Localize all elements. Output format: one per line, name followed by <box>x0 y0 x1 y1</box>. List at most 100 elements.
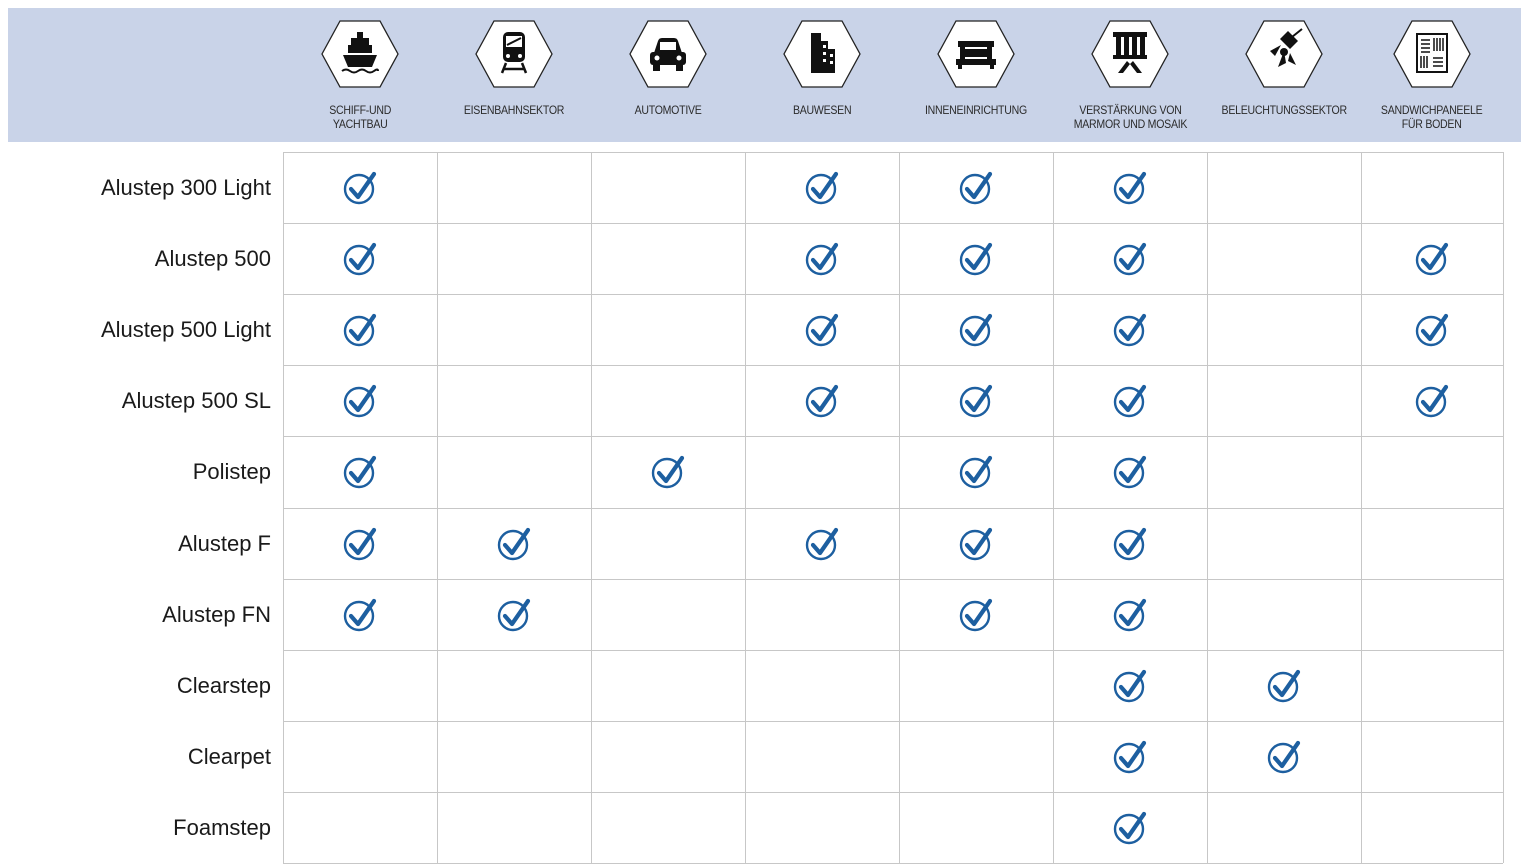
checkmark-icon <box>1112 454 1148 490</box>
table-cell <box>1207 721 1361 793</box>
checkmark-icon <box>1266 668 1302 704</box>
checkmark-icon <box>496 597 532 633</box>
table-row: Alustep F <box>0 508 1521 580</box>
checkmark-icon <box>958 383 994 419</box>
table-cell <box>745 508 899 580</box>
table-cell <box>899 721 1053 793</box>
product-name: Alustep 500 Light <box>100 317 271 342</box>
sector-header: SCHIFF-UND YACHTBAU <box>283 8 437 142</box>
table-cell <box>1053 721 1207 793</box>
checkmark-icon <box>496 526 532 562</box>
table-row: Clearstep <box>0 650 1521 722</box>
table-cell <box>1053 365 1207 437</box>
checkmark-icon <box>342 526 378 562</box>
table-cell <box>437 579 591 651</box>
checkmark-icon <box>1112 597 1148 633</box>
table-cell <box>745 650 899 722</box>
table-cell <box>745 792 899 864</box>
car-icon <box>628 19 708 89</box>
ship-icon <box>320 19 400 89</box>
table-row: Foamstep <box>0 792 1521 864</box>
checkmark-icon <box>1414 312 1450 348</box>
checkmark-icon <box>650 454 686 490</box>
sector-label: SCHIFF-UND YACHTBAU <box>329 103 391 131</box>
table-cell <box>591 650 745 722</box>
sector-header: EISENBAHNSEKTOR <box>437 8 591 142</box>
table-cell <box>899 579 1053 651</box>
checkmark-icon <box>1112 526 1148 562</box>
table-cell <box>1361 223 1503 295</box>
sector-header: SANDWICHPANEELE FÜR BODEN <box>1361 8 1503 142</box>
product-name: Foamstep <box>173 815 271 840</box>
table-cell <box>1361 508 1503 580</box>
building-icon <box>782 19 862 89</box>
table-row: Alustep FN <box>0 579 1521 651</box>
product-name: Alustep 300 Light <box>100 175 271 200</box>
table-cell <box>591 792 745 864</box>
marble-icon <box>1090 19 1170 89</box>
table-row: Alustep 500 <box>0 223 1521 295</box>
table-cell <box>591 294 745 366</box>
table-cell <box>1361 294 1503 366</box>
table-cell <box>1361 792 1503 864</box>
checkmark-icon <box>1112 170 1148 206</box>
table-cell <box>437 721 591 793</box>
checkmark-icon <box>1112 739 1148 775</box>
sector-header: INNENEINRICHTUNG <box>899 8 1053 142</box>
table-cell <box>745 579 899 651</box>
checkmark-icon <box>958 170 994 206</box>
table-cell <box>1207 294 1361 366</box>
product-name: Clearstep <box>176 673 271 698</box>
checkmark-icon <box>342 454 378 490</box>
checkmark-icon <box>804 383 840 419</box>
table-cell <box>437 508 591 580</box>
table-cell <box>1053 436 1207 508</box>
table-row: Alustep 300 Light <box>0 152 1521 224</box>
checkmark-icon <box>958 312 994 348</box>
table-row: Alustep 500 Light <box>0 294 1521 366</box>
spotlight-icon <box>1244 19 1324 89</box>
table-cell <box>899 436 1053 508</box>
sector-label: VERSTÄRKUNG VON MARMOR UND MOSAIK <box>1073 103 1187 131</box>
checkmark-icon <box>958 526 994 562</box>
table-cell <box>899 223 1053 295</box>
table-cell <box>283 721 437 793</box>
table-cell <box>591 436 745 508</box>
table-row: Clearpet <box>0 721 1521 793</box>
checkmark-icon <box>804 526 840 562</box>
table-cell <box>283 650 437 722</box>
sector-header: BAUWESEN <box>745 8 899 142</box>
sector-header: VERSTÄRKUNG VON MARMOR UND MOSAIK <box>1053 8 1207 142</box>
checkmark-icon <box>1112 668 1148 704</box>
interior-icon <box>936 19 1016 89</box>
table-cell <box>1207 650 1361 722</box>
checkmark-icon <box>804 312 840 348</box>
table-cell <box>1207 152 1361 224</box>
table-cell <box>437 152 591 224</box>
sector-label: BAUWESEN <box>792 103 852 117</box>
table-cell <box>899 365 1053 437</box>
sector-header: AUTOMOTIVE <box>591 8 745 142</box>
checkmark-icon <box>1112 241 1148 277</box>
table-cell <box>437 223 591 295</box>
table-cell <box>899 792 1053 864</box>
table-cell <box>1361 579 1503 651</box>
sector-label: AUTOMOTIVE <box>634 103 702 117</box>
sector-label: SANDWICHPANEELE FÜR BODEN <box>1381 103 1483 131</box>
checkmark-icon <box>342 312 378 348</box>
checkmark-icon <box>1414 383 1450 419</box>
table-cell <box>591 365 745 437</box>
checkmark-icon <box>1266 739 1302 775</box>
checkmark-icon <box>342 597 378 633</box>
table-cell <box>1361 436 1503 508</box>
checkmark-icon <box>804 241 840 277</box>
table-cell <box>1053 152 1207 224</box>
sector-header: BELEUCHTUNGSSEKTOR <box>1207 8 1361 142</box>
table-cell <box>283 365 437 437</box>
table-cell <box>1053 223 1207 295</box>
checkmark-icon <box>958 454 994 490</box>
table-cell <box>283 792 437 864</box>
checkmark-icon <box>1112 383 1148 419</box>
table-cell <box>1207 792 1361 864</box>
checkmark-icon <box>342 383 378 419</box>
